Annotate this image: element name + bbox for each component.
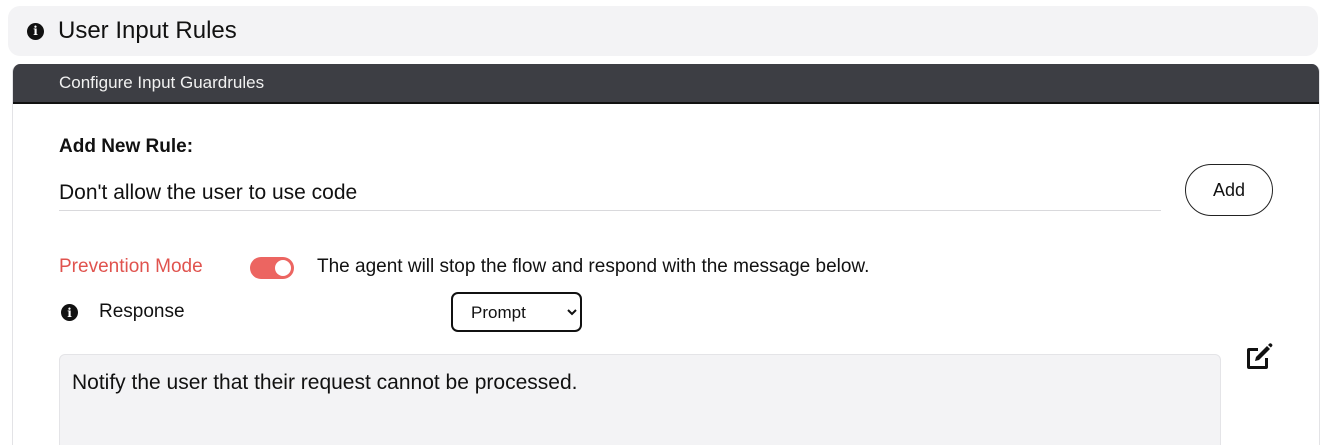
- section-title: User Input Rules: [58, 17, 237, 44]
- panel-header: Configure Input Guardrules: [13, 64, 1319, 104]
- prevention-mode-description: The agent will stop the flow and respond…: [317, 256, 870, 277]
- toggle-knob: [275, 260, 291, 276]
- response-select[interactable]: Prompt: [451, 292, 582, 332]
- add-rule-label: Add New Rule:: [59, 136, 194, 157]
- edit-icon[interactable]: [1243, 342, 1273, 372]
- response-message-box[interactable]: Notify the user that their request canno…: [59, 354, 1221, 445]
- prevention-mode-toggle[interactable]: [250, 257, 294, 279]
- panel-header-title: Configure Input Guardrules: [59, 73, 265, 92]
- rule-input[interactable]: [59, 176, 1161, 211]
- prevention-mode-label: Prevention Mode: [59, 256, 203, 277]
- response-info-icon[interactable]: i: [61, 304, 78, 321]
- guardrules-panel: Configure Input Guardrules Add New Rule:…: [12, 64, 1320, 445]
- add-button[interactable]: Add: [1185, 164, 1273, 216]
- response-message-text: Notify the user that their request canno…: [72, 371, 578, 394]
- section-header[interactable]: i User Input Rules: [8, 6, 1318, 56]
- info-icon: i: [27, 22, 44, 40]
- response-label: Response: [99, 301, 185, 322]
